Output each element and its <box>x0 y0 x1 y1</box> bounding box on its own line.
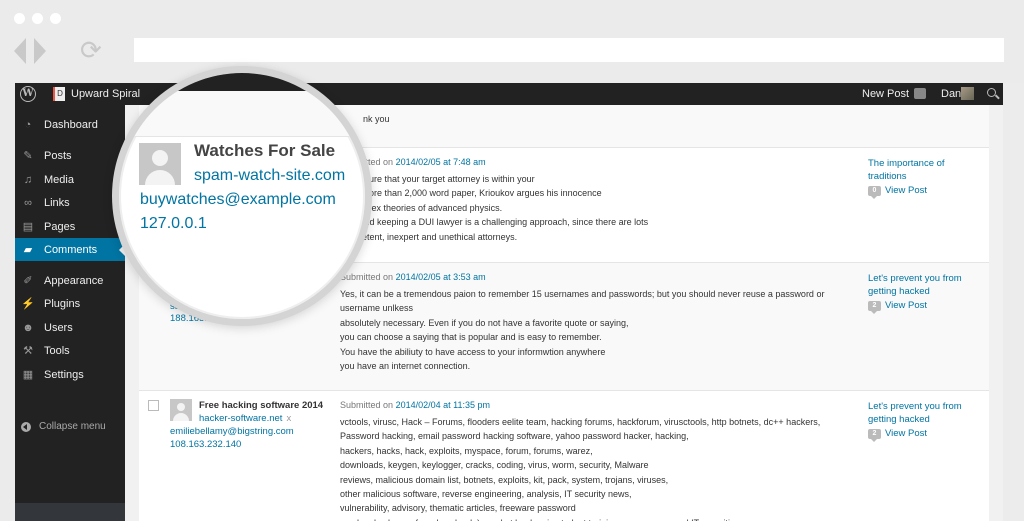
sidebar-item-media[interactable]: ♫ Media <box>15 168 125 191</box>
reload-icon[interactable]: ⟳ <box>80 36 102 64</box>
table-row: Free hacking software 2014 hacker-softwa… <box>139 391 989 521</box>
back-arrow-icon[interactable] <box>14 38 26 64</box>
avatar <box>170 399 192 421</box>
user-avatar[interactable] <box>961 87 974 100</box>
response-to: The importance of traditions 0 View Post <box>868 157 978 199</box>
brush-icon: ✐ <box>23 275 33 287</box>
user-icon: ☻ <box>22 321 34 334</box>
sidebar-item-plugins[interactable]: ⚡ Plugins <box>15 292 125 315</box>
sidebar-item-settings[interactable]: ▦ Settings <box>15 363 125 386</box>
sidebar-item-label: Media <box>44 173 74 186</box>
wrench-icon: ⚒ <box>23 345 33 357</box>
sidebar-item-links[interactable]: ∞ Links <box>15 191 125 214</box>
comment-count-badge[interactable]: 2 <box>868 300 881 314</box>
right-gutter <box>989 105 1003 521</box>
link-icon: ∞ <box>24 196 32 209</box>
sidebar-item-label: Appearance <box>44 274 104 287</box>
admin-sidebar: ◔ Dashboard ✎ Posts ♫ Media ∞ Links ▤ Pages ▰… <box>15 105 125 521</box>
sidebar-item-label: Settings <box>44 368 84 381</box>
user-name-link[interactable]: Dan <box>941 83 961 105</box>
post-title-link[interactable]: Let's prevent you from getting hacked <box>868 400 978 426</box>
comment-checkbox[interactable] <box>148 400 159 411</box>
avatar <box>139 143 181 185</box>
forward-arrow-icon[interactable] <box>34 38 46 64</box>
window-edge <box>1003 83 1024 521</box>
sidebar-item-users[interactable]: ☻ Users <box>15 316 125 339</box>
maximize-window-dot[interactable] <box>50 13 61 24</box>
pin-icon: ✎ <box>23 150 33 162</box>
collapse-menu-label: Collapse menu <box>39 421 106 432</box>
sidebar-item-label: Plugins <box>44 297 81 310</box>
post-title-link[interactable]: Let's prevent you from getting hacked <box>868 272 978 298</box>
sidebar-item-label: Users <box>44 321 73 334</box>
view-post-link[interactable]: View Post <box>885 299 927 312</box>
sidebar-item-comments[interactable]: ▰ Comments <box>15 238 125 261</box>
magnified-author-email[interactable]: buywatches@example.com <box>140 191 336 209</box>
settings-icon: ▦ <box>22 369 34 381</box>
comment-count-badge[interactable]: 2 <box>868 428 881 442</box>
author-email-link[interactable]: emiliebellamy@bigstring.com <box>170 426 294 437</box>
magnified-author-name: Watches For Sale <box>194 141 336 160</box>
nav-arrows <box>14 38 46 64</box>
submitted-label: Submitted on <box>340 400 394 410</box>
collapse-arrow-icon <box>21 421 31 432</box>
sidebar-item-pages[interactable]: ▤ Pages <box>15 215 125 238</box>
magnified-author-url[interactable]: spam-watch-site.com <box>194 167 345 185</box>
search-icon[interactable] <box>987 88 996 97</box>
sidebar-item-appearance[interactable]: ✐ Appearance <box>15 269 125 292</box>
collapse-menu-button[interactable]: Collapse menu <box>21 421 106 432</box>
address-bar[interactable] <box>134 38 1004 62</box>
site-icon: D <box>53 87 65 101</box>
new-post-link[interactable]: New Post <box>862 83 909 105</box>
sidebar-item-label: Pages <box>44 220 76 233</box>
minimize-window-dot[interactable] <box>32 13 43 24</box>
remove-url-icon[interactable]: x <box>286 413 291 424</box>
sidebar-item-label: Posts <box>44 149 72 162</box>
sidebar-item-posts[interactable]: ✎ Posts <box>15 144 125 167</box>
magnified-author-card: Watches For Sale spam-watch-site.com buy… <box>119 73 365 319</box>
window-controls <box>14 13 61 24</box>
post-title-link[interactable]: The importance of traditions <box>868 157 978 183</box>
sidebar-item-label: Links <box>44 196 70 209</box>
sidebar-item-label: Dashboard <box>44 118 98 131</box>
sidebar-item-label: Comments <box>44 243 98 256</box>
submitted-on: Submitted on 2014/02/04 at 11:35 pm <box>340 400 490 410</box>
comment-text: vctools, virusc, Hack – Forums, flooders… <box>340 417 821 521</box>
comment-text-partial: nk you <box>363 114 390 124</box>
magnified-row-bg <box>119 91 365 137</box>
comment-date-link[interactable]: 2014/02/05 at 7:48 am <box>396 157 486 167</box>
sidebar-item-label: Tools <box>44 344 70 357</box>
magnifier-lens: Watches For Sale spam-watch-site.com buy… <box>112 66 372 326</box>
close-window-dot[interactable] <box>14 13 25 24</box>
comment-icon: ▰ <box>23 244 33 256</box>
media-icon: ♫ <box>23 173 33 186</box>
response-to: Let's prevent you from getting hacked 2V… <box>868 400 978 442</box>
sidebar-item-tools[interactable]: ⚒ Tools <box>15 339 125 362</box>
magnified-author-ip[interactable]: 127.0.0.1 <box>140 215 207 233</box>
author-url: hacker-software.net x <box>199 413 291 424</box>
comments-bubble-icon[interactable] <box>914 88 926 99</box>
comment-date-link[interactable]: 2014/02/04 at 11:35 pm <box>396 400 490 410</box>
wordpress-logo-icon[interactable]: W <box>20 86 36 102</box>
author-ip-link[interactable]: 108.163.232.140 <box>170 439 241 450</box>
sidebar-footer <box>15 503 125 521</box>
comment-date-link[interactable]: 2014/02/05 at 3:53 am <box>396 272 486 282</box>
view-post-link[interactable]: View Post <box>885 184 927 197</box>
comment-text: Yes, it can be a tremendous paion to rem… <box>340 289 825 372</box>
comment-text: make sure that your target attorney is w… <box>340 174 649 242</box>
response-to: Let's prevent you from getting hacked 2V… <box>868 272 978 314</box>
sidebar-item-dashboard[interactable]: ◔ Dashboard <box>15 113 125 136</box>
author-name: Free hacking software 2014 <box>199 400 324 411</box>
browser-window: ⟳ W D Upward Spiral New Post Dan ◔ Dashbo… <box>0 0 1024 521</box>
dashboard-icon: ◔ <box>24 118 32 131</box>
view-post-link[interactable]: View Post <box>885 427 927 440</box>
magnified-adminbar <box>119 73 365 91</box>
pages-icon: ▤ <box>22 221 34 233</box>
plug-icon: ⚡ <box>21 298 35 310</box>
author-url-link[interactable]: hacker-software.net <box>199 413 282 424</box>
comment-count-badge[interactable]: 0 <box>868 185 881 199</box>
